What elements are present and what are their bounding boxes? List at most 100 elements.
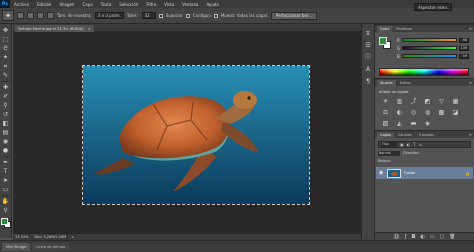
threshold-icon[interactable]: ◭ [395, 120, 404, 128]
properties-panel-icon[interactable]: ☰ [364, 42, 373, 50]
trash-icon[interactable]: 🗑 [449, 234, 455, 240]
brush-tool-icon[interactable]: ✐ [1, 93, 10, 100]
add-selection-icon[interactable] [27, 12, 34, 19]
tab-mini-bridge[interactable]: Mini Bridge [2, 242, 31, 251]
menu-archivo[interactable]: Archivo [10, 2, 33, 7]
layer-row[interactable]: ◉ Fondo 🔒 [376, 167, 473, 179]
tab-layers[interactable]: Capas [377, 132, 394, 138]
invert-icon[interactable]: ◪ [451, 109, 460, 117]
move-tool-icon[interactable]: ✥ [1, 27, 10, 34]
pen-tool-icon[interactable]: ✒ [1, 159, 10, 166]
tab-paths[interactable]: Trazados [416, 132, 437, 138]
new-adjustment-icon[interactable]: ◐ [420, 234, 424, 240]
menu-ayuda[interactable]: Ayuda [202, 2, 222, 7]
intersect-selection-icon[interactable] [47, 12, 54, 19]
document-image[interactable] [82, 65, 310, 205]
menu-imagen[interactable]: Imagen [55, 2, 78, 7]
link-layers-icon[interactable]: ⛓ [393, 234, 399, 240]
clone-stamp-icon[interactable]: ⚲ [1, 102, 10, 109]
green-track[interactable] [402, 46, 457, 50]
type-tool-icon[interactable]: T [1, 168, 10, 175]
eye-icon[interactable]: ◉ [379, 170, 384, 176]
brightness-icon[interactable]: ☀ [381, 98, 390, 106]
blue-slider[interactable]: B 59 [397, 53, 469, 59]
magic-wand-icon[interactable]: ✦ [1, 54, 10, 61]
magic-wand-tool-icon[interactable]: ✦ [2, 10, 14, 21]
character-panel-icon[interactable]: A [364, 66, 373, 74]
new-selection-icon[interactable] [17, 12, 24, 19]
layer-filter-select[interactable]: Tipo [381, 142, 397, 147]
hand-tool-icon[interactable]: ✋ [1, 198, 10, 205]
dodge-tool-icon[interactable]: ● [1, 147, 10, 154]
history-brush-icon[interactable]: ↺ [1, 111, 10, 118]
levels-icon[interactable]: ▥ [395, 98, 404, 106]
healing-brush-icon[interactable]: ✚ [1, 84, 10, 91]
green-value[interactable]: 139 [459, 45, 469, 51]
channel-mixer-icon[interactable]: ◍ [423, 109, 432, 117]
menu-seleccion[interactable]: Selección [115, 2, 142, 7]
type-filter-icon[interactable]: T [413, 142, 415, 147]
workspace-select[interactable]: Aspectos esen... [414, 3, 452, 11]
paragraph-panel-icon[interactable]: ¶ [364, 78, 373, 86]
exposure-icon[interactable]: ◩ [423, 98, 432, 106]
layer-style-icon[interactable]: ƒ [405, 234, 407, 240]
photo-filter-icon[interactable]: ◎ [409, 109, 418, 117]
tab-styles[interactable]: Estilos [397, 80, 414, 86]
antialias-checkbox[interactable] [158, 13, 163, 18]
tolerance-input[interactable]: 32 [141, 12, 156, 19]
lasso-tool-icon[interactable]: ᘓ [1, 45, 10, 52]
canvas-area[interactable] [13, 32, 361, 234]
shape-filter-icon[interactable]: ▭ [419, 142, 423, 147]
eyedropper-tool-icon[interactable]: ✎ [1, 72, 10, 79]
tab-channels[interactable]: Canales [395, 132, 415, 138]
gradient-tool-icon[interactable]: ▤ [1, 129, 10, 136]
menu-capa[interactable]: Capa [79, 2, 97, 7]
black-white-icon[interactable]: ◐ [395, 109, 404, 117]
zoom-tool-icon[interactable]: ⚲ [1, 207, 10, 214]
blur-tool-icon[interactable]: ◉ [1, 138, 10, 145]
blend-mode-select[interactable]: Normal [378, 150, 400, 156]
selective-color-icon[interactable]: ◈ [423, 120, 432, 128]
history-panel-icon[interactable]: ⧖ [364, 30, 373, 38]
color-balance-icon[interactable]: ⚖ [381, 109, 390, 117]
subtract-selection-icon[interactable] [37, 12, 44, 19]
pixel-filter-icon[interactable]: ▣ [400, 142, 404, 147]
layer-mask-icon[interactable]: ◘ [411, 234, 415, 240]
panel-menu-icon[interactable]: ≡ [469, 80, 472, 85]
refine-edge-button[interactable]: Perfeccionar bor... [270, 11, 317, 20]
zoom-level[interactable]: 33,33% [15, 235, 28, 239]
shape-tool-icon[interactable]: ▭ [1, 186, 10, 193]
path-select-icon[interactable]: ➤ [1, 177, 10, 184]
sample-size-select[interactable]: 3 x 3 prom. [94, 12, 124, 19]
curves-icon[interactable]: ⤴ [409, 98, 418, 106]
tab-adjustments[interactable]: Ajustes [377, 80, 396, 86]
blue-track[interactable] [402, 54, 457, 58]
panel-menu-icon[interactable]: ≡ [469, 132, 472, 137]
menu-edicion[interactable]: Edición [33, 2, 55, 7]
color-spectrum-bar[interactable] [379, 68, 469, 76]
menu-texto[interactable]: Texto [97, 2, 116, 7]
adjustment-filter-icon[interactable]: ◐ [407, 142, 411, 147]
new-layer-icon[interactable]: ▢ [440, 234, 445, 240]
close-icon[interactable]: × [88, 27, 91, 31]
red-track[interactable] [402, 38, 457, 42]
status-menu-icon[interactable]: ▸ [72, 235, 74, 239]
posterize-icon[interactable]: ▨ [381, 120, 390, 128]
foreground-color-swatch[interactable] [0, 218, 8, 225]
layer-name[interactable]: Fondo [404, 171, 415, 175]
document-tab[interactable]: Tortuga Marina.jpg al 33,3% (RGB/8) × [15, 25, 94, 32]
menu-vista[interactable]: Vista [160, 2, 178, 7]
menu-ventana[interactable]: Ventana [178, 2, 202, 7]
gradient-map-icon[interactable]: ▬ [409, 120, 418, 128]
info-panel-icon[interactable]: ⓘ [364, 54, 373, 62]
menu-filtro[interactable]: Filtro [142, 2, 160, 7]
color-swatches[interactable] [0, 218, 11, 228]
vibrance-icon[interactable]: ▽ [437, 98, 446, 106]
sample-all-layers-checkbox[interactable] [213, 13, 218, 18]
panel-menu-icon[interactable]: ≡ [469, 26, 472, 31]
tab-timeline[interactable]: Línea de tiempo [32, 242, 70, 251]
panel-foreground-swatch[interactable] [379, 37, 387, 45]
marquee-tool-icon[interactable]: ⬚ [1, 36, 10, 43]
blue-value[interactable]: 59 [459, 53, 469, 59]
eraser-tool-icon[interactable]: ◧ [1, 120, 10, 127]
